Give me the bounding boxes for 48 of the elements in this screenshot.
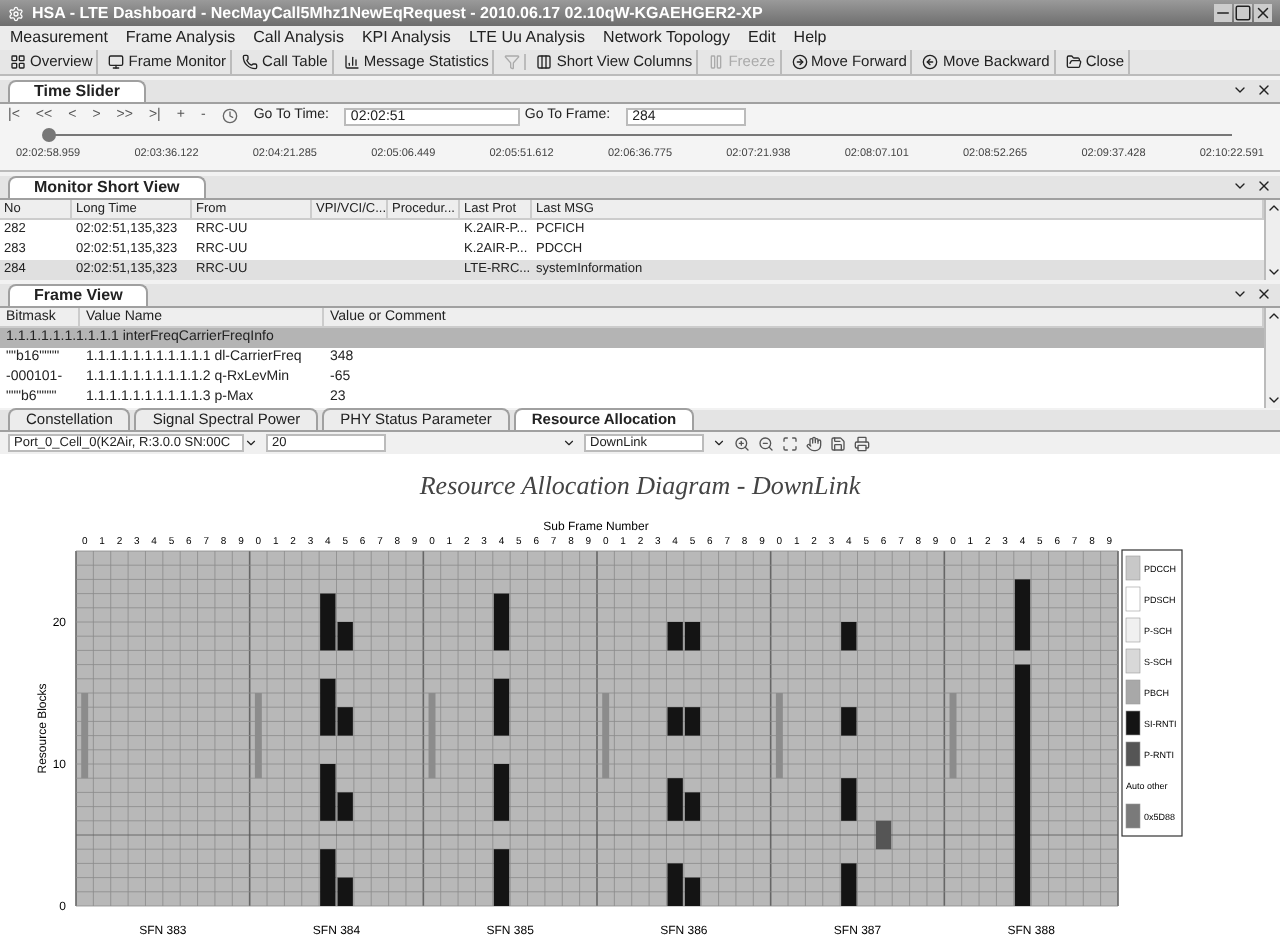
minimize-icon[interactable] (1214, 4, 1232, 22)
close-icon[interactable] (1256, 178, 1272, 194)
panel-tab[interactable]: Frame View (8, 284, 149, 306)
scroll-up-icon[interactable] (1266, 308, 1280, 324)
scroll-up-icon[interactable] (1266, 200, 1280, 216)
menu-item[interactable]: LTE Uu Analysis (468, 26, 586, 50)
dropdown-icon[interactable] (562, 436, 576, 450)
monitor-icon (108, 54, 125, 70)
diagram-title: Resource Allocation Diagram - DownLink (419, 470, 861, 500)
menu-item[interactable]: Call Analysis (253, 26, 344, 50)
app-icon (8, 5, 24, 21)
fit-icon[interactable] (782, 435, 798, 451)
scrollbar[interactable] (1264, 308, 1280, 408)
time-slider-thumb[interactable] (42, 128, 56, 143)
menu-item[interactable]: Network Topology (603, 26, 730, 50)
dropdown-icon[interactable] (712, 436, 726, 450)
menu-item[interactable]: KPI Analysis (361, 26, 451, 50)
menu-item[interactable]: Help (793, 26, 827, 50)
dropdown-icon[interactable] (1232, 178, 1248, 194)
restore-icon[interactable] (1234, 4, 1252, 22)
clock-icon[interactable] (221, 108, 238, 124)
panel-tab[interactable]: Monitor Short View (8, 176, 206, 198)
dropdown-icon[interactable] (1232, 82, 1248, 98)
menu-item[interactable]: Frame Analysis (125, 26, 236, 50)
print-icon[interactable] (854, 435, 870, 451)
save-icon[interactable] (830, 435, 846, 451)
phone-icon (242, 54, 259, 70)
scroll-down-icon[interactable] (1266, 264, 1280, 280)
menu-item[interactable]: Measurement (10, 26, 108, 50)
zoom-out-icon[interactable] (758, 435, 774, 451)
scrollbar[interactable] (1264, 200, 1280, 280)
filter-icon (504, 54, 521, 70)
scroll-down-icon[interactable] (1266, 392, 1280, 408)
menu-item[interactable]: Edit (748, 26, 776, 50)
window-title: HSA - LTE Dashboard - NecMayCall5Mhz1NewEqRequest - 2010.06.17 02.10qW-KGAEHGER2-XP (32, 1, 763, 25)
grid-icon (10, 54, 26, 70)
folder-icon (1065, 54, 1082, 70)
close-icon[interactable] (1254, 4, 1272, 22)
dropdown-icon[interactable] (1232, 286, 1248, 302)
hand-icon[interactable] (806, 435, 822, 451)
columns-icon (536, 54, 553, 70)
zoom-in-icon[interactable] (734, 435, 750, 451)
close-icon[interactable] (1256, 82, 1272, 98)
close-icon[interactable] (1256, 286, 1272, 302)
dropdown-icon[interactable] (244, 436, 258, 450)
bar-chart-icon (343, 54, 360, 70)
panel-tab[interactable]: Time Slider (8, 80, 146, 102)
pause-icon (708, 54, 725, 70)
